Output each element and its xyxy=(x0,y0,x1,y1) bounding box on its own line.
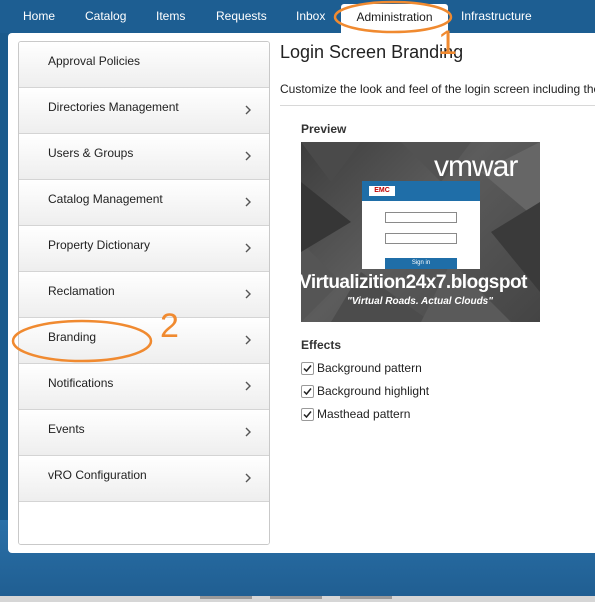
annotation-number-2: 2 xyxy=(160,307,179,345)
annotation-overlay xyxy=(11,0,453,363)
annotation-circle-administration xyxy=(333,0,453,34)
annotation-circle-branding xyxy=(11,319,153,363)
annotation-number-1: 1 xyxy=(438,24,457,62)
